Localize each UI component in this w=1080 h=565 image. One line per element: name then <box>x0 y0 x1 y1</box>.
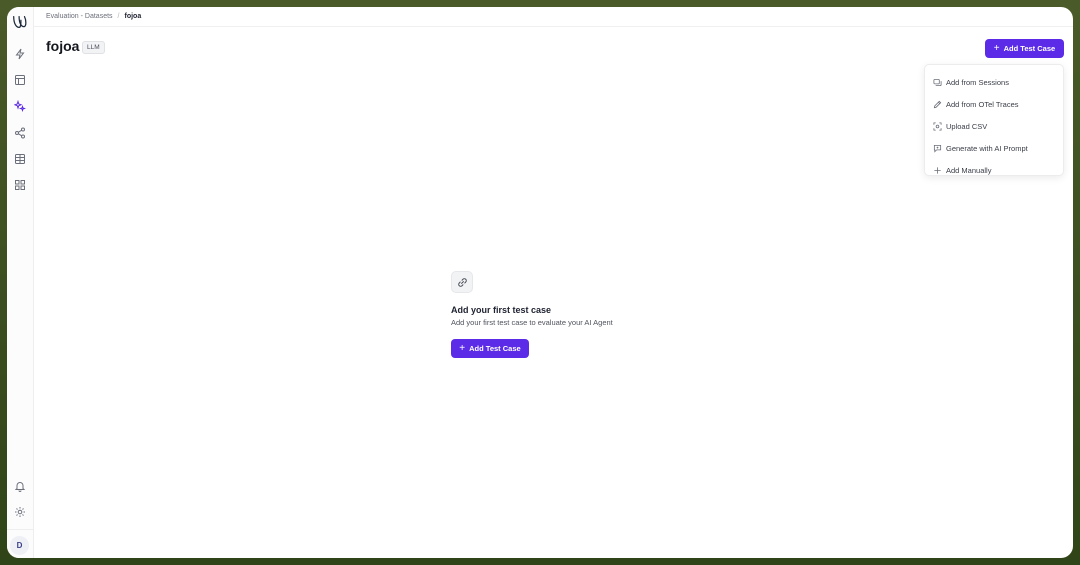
breadcrumb-current: fojoa <box>124 13 142 20</box>
pen-icon <box>933 100 942 109</box>
menu-item-label: Add from Sessions <box>946 77 1009 87</box>
app-window: D Evaluation - Datasets / fojoa fojoa LL… <box>7 7 1073 558</box>
menu-item-label: Add Manually <box>946 165 992 175</box>
menu-item-upload-csv[interactable]: Upload CSV <box>925 116 1063 136</box>
user-avatar[interactable]: D <box>10 536 29 555</box>
empty-state-subtitle: Add your first test case to evaluate you… <box>451 318 613 327</box>
add-test-case-label: Add Test Case <box>1003 44 1056 53</box>
sidebar-divider <box>7 529 34 530</box>
menu-item-generate-with-ai-prompt[interactable]: Generate with AI Prompt <box>925 138 1063 158</box>
menu-item-add-manually[interactable]: Add Manually <box>925 160 1063 180</box>
add-test-case-menu: Add from Sessions Add from OTel Traces U… <box>924 64 1064 176</box>
sidebar: D <box>7 7 34 558</box>
plus-icon: + <box>993 42 1000 54</box>
scan-icon <box>933 121 942 131</box>
sparkles-icon[interactable] <box>14 100 26 112</box>
breadcrumb-parent[interactable]: Evaluation - Datasets <box>46 13 113 20</box>
plus-icon: + <box>459 342 466 354</box>
empty-state-title: Add your first test case <box>451 305 552 315</box>
link-icon <box>451 271 473 293</box>
type-badge: LLM <box>82 41 105 54</box>
sessions-icon <box>933 78 942 87</box>
table-icon[interactable] <box>14 153 26 165</box>
grid-icon[interactable] <box>14 179 26 191</box>
app-logo[interactable] <box>11 13 29 31</box>
bell-icon[interactable] <box>14 480 26 492</box>
menu-item-add-from-otel-traces[interactable]: Add from OTel Traces <box>925 94 1063 114</box>
page-title: fojoa <box>46 38 80 54</box>
empty-state-button-label: Add Test Case <box>469 344 521 353</box>
lightning-icon[interactable] <box>14 48 26 60</box>
breadcrumb-separator: / <box>117 13 120 20</box>
add-test-case-button[interactable]: + Add Test Case <box>985 39 1064 58</box>
empty-state-add-test-case-button[interactable]: + Add Test Case <box>451 339 529 358</box>
gear-icon[interactable] <box>14 506 26 518</box>
share-nodes-icon[interactable] <box>14 127 26 139</box>
menu-item-label: Add from OTel Traces <box>946 99 1019 109</box>
chat-icon <box>933 144 942 153</box>
menu-item-label: Generate with AI Prompt <box>946 143 1028 153</box>
plus-icon <box>933 166 942 175</box>
menu-item-label: Upload CSV <box>946 121 988 131</box>
breadcrumb: Evaluation - Datasets / fojoa <box>34 7 1073 27</box>
layout-icon[interactable] <box>14 74 26 86</box>
menu-item-add-from-sessions[interactable]: Add from Sessions <box>925 72 1063 92</box>
